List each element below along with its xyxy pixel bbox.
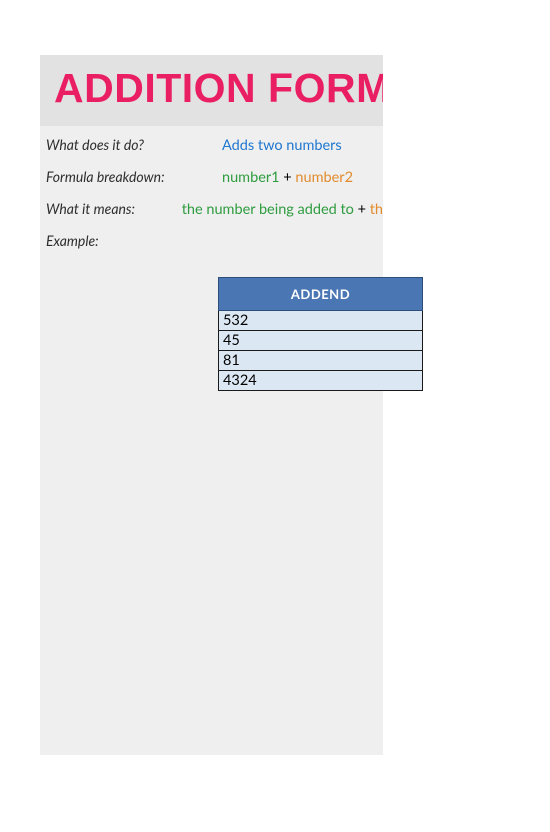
row-what-does: What does it do? Adds two numbers (44, 136, 383, 154)
cell: 81 (219, 351, 423, 371)
breakdown-op: + (280, 169, 296, 186)
breakdown-part1: number1 (222, 169, 280, 186)
value-what-does: Adds two numbers (222, 137, 342, 154)
table-row: 4324 (219, 371, 423, 391)
page-title: ADDITION FORMULA (54, 65, 383, 111)
table-wrap: ADDEND 532 45 81 4324 (218, 277, 423, 391)
table-row: 532 (219, 311, 423, 331)
means-op: + (354, 201, 370, 218)
document-page: ADDITION FORMULA What does it do? Adds t… (40, 55, 383, 755)
addend-table: ADDEND 532 45 81 4324 (218, 277, 423, 391)
row-means: What it means: the number being added to… (44, 200, 383, 218)
table-row: 45 (219, 331, 423, 351)
cell: 4324 (219, 371, 423, 391)
table-header: ADDEND (219, 278, 423, 311)
cell: 532 (219, 311, 423, 331)
means-part2: th (370, 201, 383, 218)
value-breakdown: number1 + number2 (222, 169, 353, 186)
info-section: What does it do? Adds two numbers Formul… (40, 126, 383, 249)
label-what-does: What does it do? (44, 136, 222, 153)
means-part1: the number being added to (182, 201, 354, 218)
title-band: ADDITION FORMULA (40, 55, 383, 126)
label-breakdown: Formula breakdown: (44, 168, 222, 185)
label-example: Example: (44, 232, 222, 249)
label-means: What it means: (44, 200, 182, 217)
row-breakdown: Formula breakdown: number1 + number2 (44, 168, 383, 186)
cell: 45 (219, 331, 423, 351)
breakdown-part2: number2 (295, 169, 353, 186)
row-example: Example: (44, 232, 383, 249)
table-row: 81 (219, 351, 423, 371)
value-means: the number being added to + th (182, 201, 383, 218)
